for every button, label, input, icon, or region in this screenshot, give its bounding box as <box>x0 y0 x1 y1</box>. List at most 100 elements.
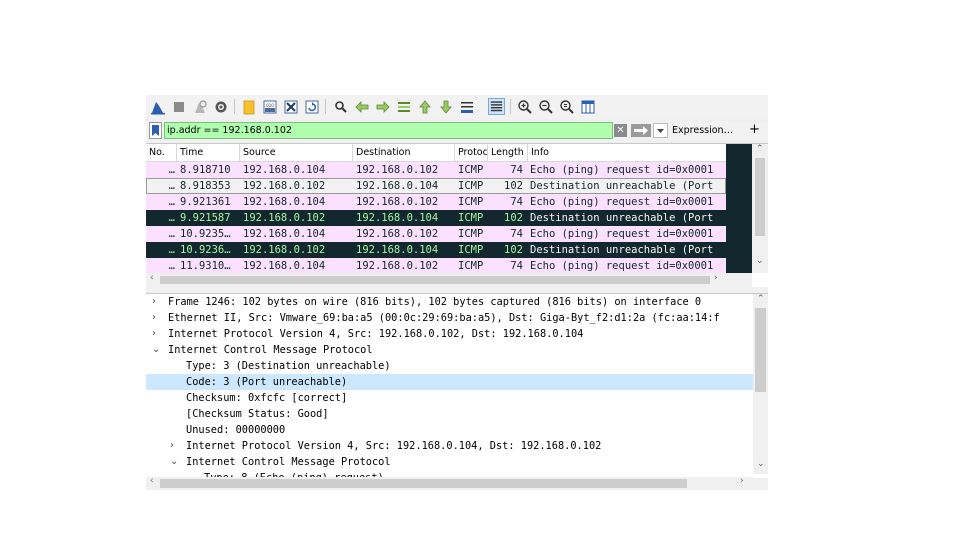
detail-tree-item[interactable]: [Checksum Status: Good] <box>146 406 753 422</box>
packet-row[interactable]: … 10.9236… 192.168.0.102 192.168.0.104 ICMP 1… <box>146 242 726 258</box>
save-file-icon[interactable]: 010 <box>261 98 278 115</box>
packet-cell-proto: ICMP <box>458 164 484 176</box>
packet-cell-src: 192.168.0.102 <box>243 180 326 192</box>
packet-row[interactable]: … 11.9310… 192.168.0.104 192.168.0.102 ICMP 7… <box>146 258 726 274</box>
collapse-arrow-icon[interactable]: ⌄ <box>170 454 178 470</box>
packet-cell-no: … <box>168 180 175 192</box>
zoom-out-icon[interactable] <box>537 98 554 115</box>
apply-filter-icon[interactable] <box>631 124 651 137</box>
packet-cell-src: 192.168.0.102 <box>243 244 326 256</box>
packet-list-header: No. Time Source Destination Protocol Len… <box>146 144 726 162</box>
column-header-length[interactable]: Length <box>488 144 528 161</box>
detail-tree-item[interactable]: › Internet Protocol Version 4, Src: 192.1… <box>146 326 753 342</box>
details-scroll-down-icon[interactable]: ⌄ <box>757 459 765 469</box>
packet-row[interactable]: … 9.921361 192.168.0.104 192.168.0.102 ICMP 7… <box>146 194 726 210</box>
column-header-source[interactable]: Source <box>240 144 353 161</box>
column-header-no[interactable]: No. <box>146 144 177 161</box>
add-filter-button[interactable]: + <box>749 122 760 139</box>
packet-cell-time: 8.918710 <box>180 164 231 176</box>
packet-cell-src: 192.168.0.104 <box>243 228 326 240</box>
go-to-packet-icon[interactable] <box>395 98 412 115</box>
packet-cell-dst: 192.168.0.102 <box>356 196 439 208</box>
detail-tree-item[interactable]: Type: 3 (Destination unreachable) <box>146 358 753 374</box>
detail-tree-text: Internet Control Message Protocol <box>168 344 373 356</box>
packet-row[interactable]: … 10.9235… 192.168.0.104 192.168.0.102 ICMP 7… <box>146 226 726 242</box>
packet-list-vscrollbar[interactable]: ⌃ ⌄ <box>752 144 768 273</box>
detail-tree-item[interactable]: ⌄ Internet Control Message Protocol <box>146 342 753 358</box>
collapse-arrow-icon[interactable]: ⌄ <box>152 342 160 358</box>
detail-tree-item[interactable]: Unused: 00000000 <box>146 422 753 438</box>
details-hscrollbar[interactable]: ‹ › <box>146 476 753 490</box>
expression-button[interactable]: Expression… <box>672 122 733 139</box>
colorize-icon[interactable] <box>488 98 505 115</box>
last-packet-icon[interactable] <box>437 98 454 115</box>
packet-list-hscrollbar[interactable]: ‹ › <box>146 273 752 287</box>
detail-tree-item[interactable]: Code: 3 (Port unreachable) <box>146 374 753 390</box>
packet-cell-src: 192.168.0.102 <box>243 212 326 224</box>
detail-tree-item[interactable]: ⌄ Internet Control Message Protocol <box>146 454 753 470</box>
restart-icon[interactable] <box>191 98 208 115</box>
packet-details: › Frame 1246: 102 bytes on wire (816 bits… <box>146 293 768 478</box>
find-icon[interactable] <box>332 98 349 115</box>
detail-tree-text: Code: 3 (Port unreachable) <box>186 376 348 388</box>
packet-cell-src: 192.168.0.104 <box>243 164 326 176</box>
wireshark-window: 010 ip.addr == 192.168.0.102 ✕ Expressio… <box>146 95 768 490</box>
packet-row[interactable]: … 9.921587 192.168.0.102 192.168.0.104 ICMP 1… <box>146 210 726 226</box>
filter-bookmark-icon[interactable] <box>149 122 162 139</box>
column-header-protocol[interactable]: Protocol <box>455 144 488 161</box>
first-packet-icon[interactable] <box>416 98 433 115</box>
packet-cell-src: 192.168.0.104 <box>243 260 326 272</box>
clear-filter-icon[interactable]: ✕ <box>614 124 627 137</box>
resize-columns-icon[interactable] <box>579 98 596 115</box>
details-vscroll-thumb[interactable] <box>755 308 766 392</box>
scroll-left-icon[interactable]: ‹ <box>150 273 154 283</box>
normal-size-icon[interactable] <box>558 98 575 115</box>
column-header-info[interactable]: Info <box>528 144 726 161</box>
forward-arrow-icon[interactable] <box>374 98 391 115</box>
close-file-icon[interactable] <box>282 98 299 115</box>
details-scroll-up-icon[interactable]: ⌃ <box>757 294 765 304</box>
filter-history-dropdown[interactable] <box>653 123 668 138</box>
detail-tree-text: Unused: 00000000 <box>186 424 286 436</box>
packet-list-hscroll-thumb[interactable] <box>160 276 710 284</box>
packet-cell-time: 10.9235… <box>180 228 231 240</box>
details-scroll-right-icon[interactable]: › <box>740 476 744 486</box>
packet-row[interactable]: … 8.918710 192.168.0.104 192.168.0.102 ICMP 7… <box>146 162 726 178</box>
packet-cell-info: Echo (ping) request id=0x0001 <box>530 260 714 272</box>
scroll-right-icon[interactable]: › <box>714 273 718 283</box>
details-vscrollbar[interactable]: ⌃ ⌄ <box>753 294 768 474</box>
packet-list-vscroll-thumb[interactable] <box>755 158 765 236</box>
packet-row[interactable]: … 8.918353 192.168.0.102 192.168.0.104 ICMP 1… <box>146 178 726 194</box>
detail-tree-item[interactable]: › Frame 1246: 102 bytes on wire (816 bits… <box>146 294 753 310</box>
back-arrow-icon[interactable] <box>353 98 370 115</box>
details-scroll-left-icon[interactable]: ‹ <box>150 476 154 486</box>
expand-arrow-icon[interactable]: › <box>152 326 156 342</box>
shark-fin-start-icon[interactable] <box>149 98 166 115</box>
zoom-in-icon[interactable] <box>516 98 533 115</box>
detail-tree-text: Type: 3 (Destination unreachable) <box>186 360 391 372</box>
packet-cell-no: … <box>168 212 175 224</box>
detail-tree-item[interactable]: › Ethernet II, Src: Vmware_69:ba:a5 (00:0… <box>146 310 753 326</box>
reload-icon[interactable] <box>303 98 320 115</box>
expand-arrow-icon[interactable]: › <box>152 310 156 326</box>
expand-arrow-icon[interactable]: › <box>170 438 174 454</box>
expand-arrow-icon[interactable]: › <box>152 294 156 310</box>
stop-icon[interactable] <box>170 98 187 115</box>
display-filter-input[interactable]: ip.addr == 192.168.0.102 <box>164 122 613 139</box>
column-header-destination[interactable]: Destination <box>353 144 455 161</box>
details-hscroll-thumb[interactable] <box>160 479 687 488</box>
open-folder-icon[interactable] <box>240 98 257 115</box>
scroll-down-icon[interactable]: ⌄ <box>756 256 764 266</box>
packet-cell-dst: 192.168.0.102 <box>356 164 439 176</box>
detail-tree-item[interactable]: Checksum: 0xfcfc [correct] <box>146 390 753 406</box>
packet-cell-proto: ICMP <box>458 212 484 224</box>
detail-tree-item[interactable]: › Internet Protocol Version 4, Src: 192.1… <box>146 438 753 454</box>
autoscroll-icon[interactable] <box>458 98 475 115</box>
options-gear-icon[interactable] <box>212 98 229 115</box>
column-header-time[interactable]: Time <box>177 144 240 161</box>
detail-tree-text: Internet Protocol Version 4, Src: 192.16… <box>186 440 602 452</box>
packet-cell-proto: ICMP <box>458 228 484 240</box>
packet-cell-len: 74 <box>510 228 523 240</box>
scroll-up-icon[interactable]: ⌃ <box>756 144 764 154</box>
packet-cell-no: … <box>168 196 175 208</box>
